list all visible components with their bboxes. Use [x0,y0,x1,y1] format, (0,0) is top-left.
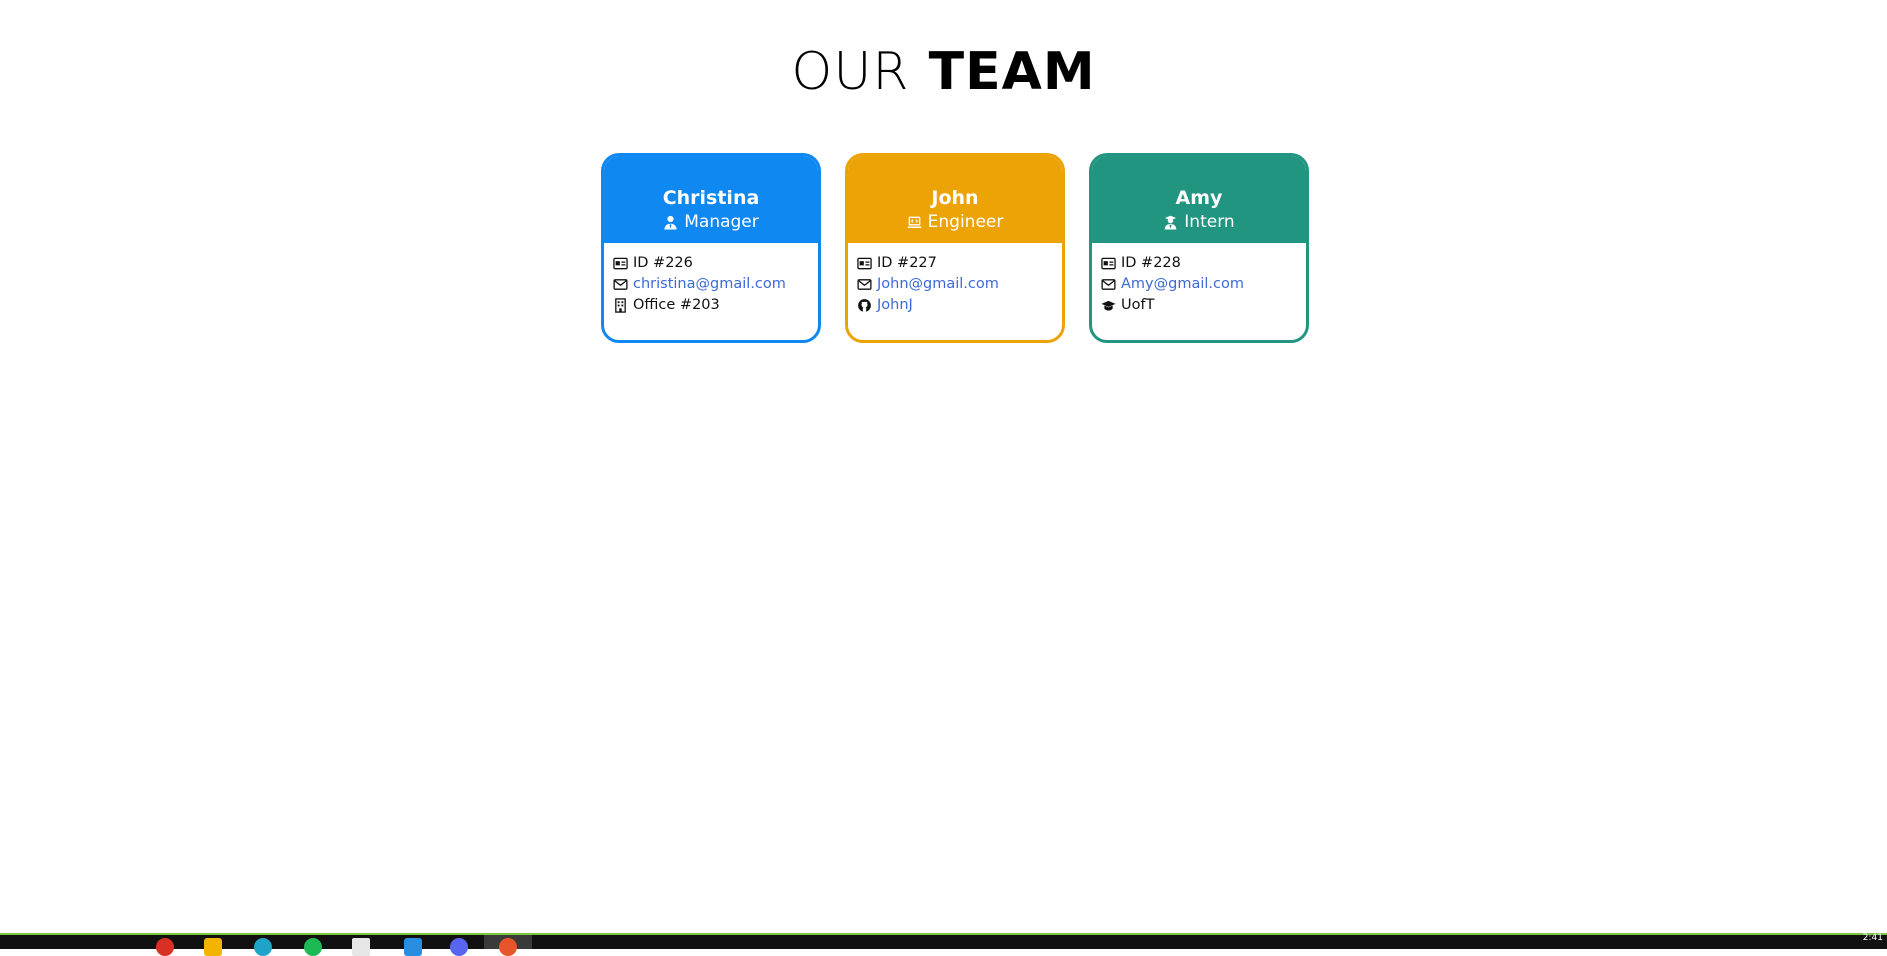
team-cards: Christina Manager ID #226 christina@gmai… [601,153,1309,343]
edge-icon[interactable] [254,938,272,956]
employee-office: Office #203 [633,297,720,313]
card-body: ID #226 christina@gmail.com Office #203 [604,243,818,316]
card-body: ID #228 Amy@gmail.com UofT [1092,243,1306,316]
employee-id: ID #226 [633,255,693,271]
id-card-icon [857,256,872,271]
employee-id: ID #228 [1121,255,1181,271]
employee-extra-row: UofT [1101,295,1297,316]
employee-name: Christina [662,187,760,209]
employee-name: Amy [1175,187,1223,209]
employee-email-row: John@gmail.com [857,274,1053,295]
employee-card-christina: Christina Manager ID #226 christina@gmai… [601,153,821,343]
employee-id-row: ID #226 [613,253,809,274]
employee-extra-row: JohnJ [857,295,1053,316]
envelope-icon [857,277,872,292]
employee-role-label: Engineer [927,212,1004,232]
card-header: John Engineer [848,156,1062,243]
employee-card-john: John Engineer ID #227 John@gmail.com Joh… [845,153,1065,343]
user-tie-icon [663,215,678,230]
spotify-icon[interactable] [304,938,322,956]
chrome-icon[interactable] [156,938,174,956]
card-header: Christina Manager [604,156,818,243]
employee-id-row: ID #227 [857,253,1053,274]
user-graduate-icon [1163,215,1178,230]
github-link[interactable]: JohnJ [877,295,913,316]
employee-school: UofT [1121,297,1155,313]
id-card-icon [1101,256,1116,271]
laptop-code-icon [907,215,922,230]
building-icon [613,298,628,313]
employee-role-label: Intern [1184,212,1235,232]
employee-extra-row: Office #203 [613,295,809,316]
title-bold: TEAM [928,42,1096,102]
employee-id-row: ID #228 [1101,253,1297,274]
vscode-icon[interactable] [404,938,422,956]
graduation-cap-icon [1101,298,1116,313]
employee-role: Manager [604,210,818,234]
employee-role: Intern [1092,210,1306,234]
discord-icon[interactable] [450,938,468,956]
envelope-icon [1101,277,1116,292]
card-body: ID #227 John@gmail.com JohnJ [848,243,1062,316]
employee-email-link[interactable]: christina@gmail.com [633,274,786,295]
employee-email-link[interactable]: John@gmail.com [877,274,999,295]
employee-role-label: Manager [684,212,759,232]
clock[interactable]: 2:41 [1863,933,1883,943]
github-icon [857,298,872,313]
id-card-icon [613,256,628,271]
employee-role: Engineer [848,210,1062,234]
app-icon[interactable] [499,938,517,956]
envelope-icon [613,277,628,292]
employee-id: ID #227 [877,255,937,271]
employee-email-row: Amy@gmail.com [1101,274,1297,295]
employee-card-amy: Amy Intern ID #228 Amy@gmail.com UofT [1089,153,1309,343]
page-title: OUR TEAM [0,40,1887,104]
folder-icon[interactable] [204,938,222,956]
notepad-icon[interactable] [352,938,370,956]
card-header: Amy Intern [1092,156,1306,243]
employee-email-row: christina@gmail.com [613,274,809,295]
employee-email-link[interactable]: Amy@gmail.com [1121,274,1244,295]
title-light: OUR [791,42,910,102]
employee-name: John [931,187,979,209]
taskbar: 2:41 [0,933,1887,956]
